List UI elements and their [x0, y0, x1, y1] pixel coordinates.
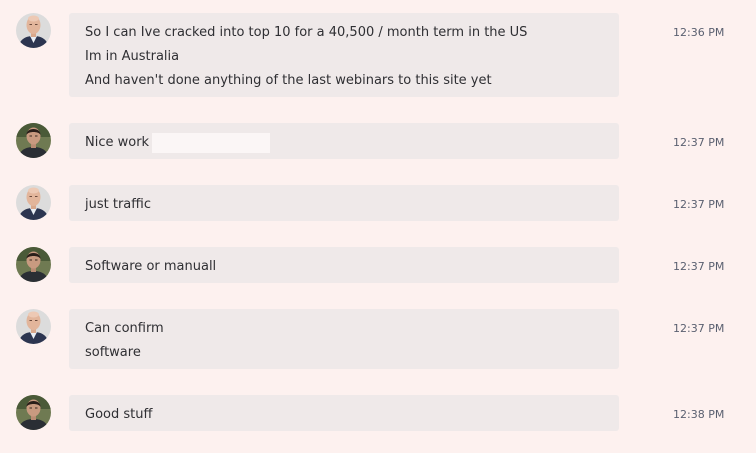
message-text: Nice work	[85, 135, 150, 150]
message-text: Software or manuall	[85, 259, 217, 274]
redacted-block	[152, 132, 271, 153]
message-bubble: So I can Ive cracked into top 10 for a 4…	[69, 13, 619, 97]
dark-hair-man-avatar-icon[interactable]	[16, 123, 51, 158]
dark-hair-man-avatar-icon[interactable]	[16, 247, 51, 282]
bald-man-avatar-icon[interactable]	[16, 309, 51, 344]
message-text: Can confirm	[85, 321, 164, 336]
message-bubble: Software or manuall	[69, 247, 619, 283]
message-timestamp: 12:36 PM	[673, 26, 725, 39]
message-text-row: Nice work	[85, 131, 603, 155]
message-text: software	[85, 345, 141, 360]
message-timestamp: 12:37 PM	[673, 136, 725, 149]
bald-man-avatar-icon[interactable]	[16, 185, 51, 220]
message-timestamp: 12:37 PM	[673, 198, 725, 211]
message-bubble: Nice work	[69, 123, 619, 159]
message-text: just traffic	[85, 197, 151, 212]
bald-man-avatar-icon[interactable]	[16, 13, 51, 48]
message-bubble: Good stuff	[69, 395, 619, 431]
message-timestamp: 12:38 PM	[673, 408, 725, 421]
dark-hair-man-avatar-icon[interactable]	[16, 395, 51, 430]
message-bubble: Can confirm software	[69, 309, 619, 369]
message-text: Good stuff	[85, 407, 153, 422]
message-text: And haven't done anything of the last we…	[85, 73, 492, 88]
message-timestamp: 12:37 PM	[673, 322, 725, 335]
message-text: Im in Australia	[85, 49, 180, 64]
message-bubble: just traffic	[69, 185, 619, 221]
message-text: So I can Ive cracked into top 10 for a 4…	[85, 25, 528, 40]
message-timestamp: 12:37 PM	[673, 260, 725, 273]
